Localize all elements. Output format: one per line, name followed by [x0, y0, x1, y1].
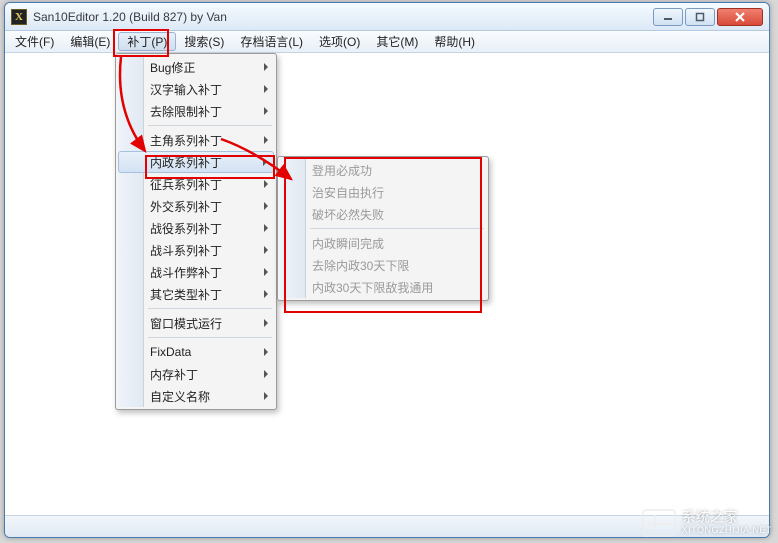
- neizheng-submenu-item-label: 登用必成功: [312, 162, 372, 179]
- patch-menu-separator: [148, 125, 272, 126]
- maximize-button[interactable]: [685, 8, 715, 26]
- statusbar: [5, 515, 769, 537]
- neizheng-submenu: 登用必成功治安自由执行破坏必然失败内政瞬间完成去除内政30天下限内政30天下限敌…: [277, 156, 489, 301]
- patch-menu-item-label: 战斗系列补丁: [150, 242, 222, 259]
- neizheng-submenu-item[interactable]: 内政30天下限敌我通用: [280, 276, 486, 298]
- patch-menu-item-label: 征兵系列补丁: [150, 176, 222, 193]
- app-icon: X: [11, 9, 27, 25]
- submenu-arrow-icon: [264, 107, 268, 115]
- submenu-arrow-icon: [264, 392, 268, 400]
- patch-menu-item[interactable]: 战斗系列补丁: [118, 239, 274, 261]
- patch-menu-item-label: 主角系列补丁: [150, 132, 222, 149]
- menu-item-5[interactable]: 选项(O): [311, 31, 368, 52]
- patch-menu-item[interactable]: 自定义名称: [118, 385, 274, 407]
- patch-menu-item[interactable]: 征兵系列补丁: [118, 173, 274, 195]
- patch-menu-item[interactable]: FixData: [118, 341, 274, 363]
- submenu-arrow-icon: [264, 85, 268, 93]
- patch-menu-item[interactable]: 其它类型补丁: [118, 283, 274, 305]
- neizheng-submenu-separator: [310, 228, 484, 229]
- submenu-arrow-icon: [264, 290, 268, 298]
- submenu-arrow-icon: [264, 319, 268, 327]
- patch-menu-item[interactable]: 去除限制补丁: [118, 100, 274, 122]
- submenu-arrow-icon: [264, 136, 268, 144]
- submenu-arrow-icon: [264, 268, 268, 276]
- patch-menu-item-label: 内存补丁: [150, 366, 198, 383]
- close-button[interactable]: [717, 8, 763, 26]
- patch-menu-item-label: 战斗作弊补丁: [150, 264, 222, 281]
- window-title: San10Editor 1.20 (Build 827) by Van: [33, 10, 653, 24]
- neizheng-submenu-item-label: 内政30天下限敌我通用: [312, 279, 433, 296]
- patch-menu-item-label: 外交系列补丁: [150, 198, 222, 215]
- neizheng-submenu-item-label: 去除内政30天下限: [312, 257, 409, 274]
- patch-menu-item[interactable]: 战斗作弊补丁: [118, 261, 274, 283]
- patch-menu-item[interactable]: 窗口模式运行: [118, 312, 274, 334]
- submenu-arrow-icon: [264, 246, 268, 254]
- neizheng-submenu-item[interactable]: 登用必成功: [280, 159, 486, 181]
- patch-menu-item[interactable]: 主角系列补丁: [118, 129, 274, 151]
- patch-menu-item[interactable]: 外交系列补丁: [118, 195, 274, 217]
- submenu-arrow-icon: [264, 370, 268, 378]
- patch-menu-item-label: 去除限制补丁: [150, 103, 222, 120]
- patch-menu-item-label: Bug修正: [150, 59, 195, 76]
- patch-menu-item[interactable]: Bug修正: [118, 56, 274, 78]
- menu-item-3[interactable]: 搜索(S): [176, 31, 232, 52]
- menu-item-7[interactable]: 帮助(H): [426, 31, 483, 52]
- window-controls: [653, 8, 763, 26]
- patch-menu-item-label: 其它类型补丁: [150, 286, 222, 303]
- patch-menu-item[interactable]: 内政系列补丁: [118, 151, 274, 173]
- patch-menu-separator: [148, 308, 272, 309]
- titlebar: X San10Editor 1.20 (Build 827) by Van: [5, 3, 769, 31]
- minimize-button[interactable]: [653, 8, 683, 26]
- patch-menu-item-label: 内政系列补丁: [150, 154, 222, 171]
- menubar: 文件(F)编辑(E)补丁(P)搜索(S)存档语言(L)选项(O)其它(M)帮助(…: [5, 31, 769, 53]
- patch-dropdown: Bug修正汉字输入补丁去除限制补丁主角系列补丁内政系列补丁征兵系列补丁外交系列补…: [115, 53, 277, 410]
- patch-menu-item[interactable]: 汉字输入补丁: [118, 78, 274, 100]
- menu-item-1[interactable]: 编辑(E): [62, 31, 118, 52]
- submenu-arrow-icon: [264, 63, 268, 71]
- patch-menu-item-label: 战役系列补丁: [150, 220, 222, 237]
- neizheng-submenu-item[interactable]: 治安自由执行: [280, 181, 486, 203]
- patch-menu-item[interactable]: 战役系列补丁: [118, 217, 274, 239]
- menu-item-6[interactable]: 其它(M): [368, 31, 426, 52]
- patch-menu-item-label: 窗口模式运行: [150, 315, 222, 332]
- submenu-arrow-icon: [264, 202, 268, 210]
- menu-item-2[interactable]: 补丁(P): [118, 32, 176, 51]
- neizheng-submenu-item[interactable]: 去除内政30天下限: [280, 254, 486, 276]
- patch-menu-separator: [148, 337, 272, 338]
- patch-menu-item-label: 自定义名称: [150, 388, 210, 405]
- patch-menu-item[interactable]: 内存补丁: [118, 363, 274, 385]
- submenu-arrow-icon: [264, 348, 268, 356]
- menu-item-0[interactable]: 文件(F): [7, 31, 62, 52]
- neizheng-submenu-item-label: 内政瞬间完成: [312, 235, 384, 252]
- menu-item-4[interactable]: 存档语言(L): [232, 31, 311, 52]
- neizheng-submenu-item-label: 破坏必然失败: [312, 206, 384, 223]
- submenu-arrow-icon: [263, 158, 267, 166]
- submenu-arrow-icon: [264, 180, 268, 188]
- neizheng-submenu-item[interactable]: 内政瞬间完成: [280, 232, 486, 254]
- patch-menu-item-label: FixData: [150, 345, 191, 359]
- neizheng-submenu-item[interactable]: 破坏必然失败: [280, 203, 486, 225]
- app-window: X San10Editor 1.20 (Build 827) by Van 文件…: [4, 2, 770, 538]
- submenu-arrow-icon: [264, 224, 268, 232]
- patch-menu-item-label: 汉字输入补丁: [150, 81, 222, 98]
- neizheng-submenu-item-label: 治安自由执行: [312, 184, 384, 201]
